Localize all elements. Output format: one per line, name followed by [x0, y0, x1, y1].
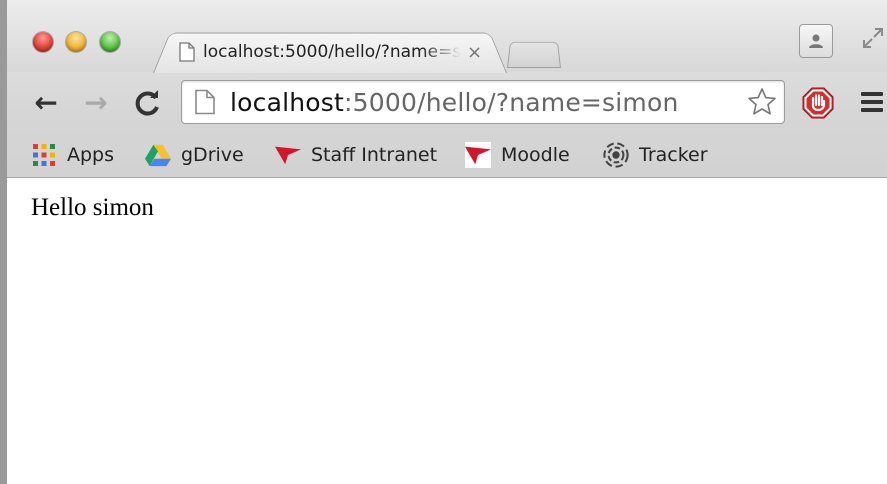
red-flag-icon [275, 142, 301, 168]
bookmark-label: Moodle [501, 144, 570, 166]
close-window-button[interactable] [33, 32, 53, 52]
adblock-extension-icon[interactable] [801, 86, 835, 120]
back-arrow-icon: ← [34, 86, 58, 119]
address-bar[interactable]: localhost:5000/hello/?name=simon [181, 80, 785, 124]
active-tab-content[interactable]: localhost:5000/hello/?name=simon × [179, 36, 501, 68]
tracker-icon [603, 142, 629, 168]
bookmark-star-icon[interactable] [746, 86, 778, 118]
profile-button[interactable] [799, 24, 833, 58]
reload-icon [135, 90, 159, 116]
title-bar: localhost:5000/hello/?name=simon × [7, 0, 887, 73]
bookmark-label: Staff Intranet [311, 144, 438, 166]
page-info-icon[interactable] [194, 89, 216, 115]
bookmark-label: gDrive [181, 144, 244, 166]
url-text[interactable]: localhost:5000/hello/?name=simon [230, 88, 679, 117]
bookmark-label: Apps [67, 144, 115, 166]
bookmark-tracker[interactable]: Tracker [603, 140, 708, 170]
bookmark-moodle[interactable]: Moodle [465, 140, 570, 170]
browser-window: localhost:5000/hello/?name=simon × ← [0, 0, 887, 484]
minimize-window-button[interactable] [66, 32, 86, 52]
tab-close-icon[interactable]: × [467, 42, 482, 63]
bookmarks-bar: Apps gDrive Staff Intranet Moodle Tracke… [7, 134, 887, 176]
fullscreen-icon[interactable] [859, 26, 887, 54]
bookmark-staff-intranet[interactable]: Staff Intranet [275, 140, 437, 170]
bookmark-gdrive[interactable]: gDrive [145, 140, 244, 170]
expand-arrows-icon [863, 28, 883, 48]
bookmark-label: Tracker [639, 144, 708, 166]
tab-title: localhost:5000/hello/?name=simon [203, 42, 461, 62]
bookmark-apps[interactable]: Apps [31, 140, 114, 170]
navigation-toolbar: ← → localhost:5000/hello/?name=simon [7, 72, 887, 134]
page-body-text: Hello simon [31, 194, 154, 221]
apps-grid-icon [31, 142, 57, 168]
red-flag-icon [465, 142, 491, 168]
zoom-window-button[interactable] [100, 32, 120, 52]
new-tab-button[interactable] [507, 41, 561, 68]
url-path: :5000/hello/?name=simon [344, 87, 679, 117]
forward-arrow-icon: → [84, 86, 108, 119]
reload-button[interactable] [131, 86, 165, 120]
person-icon [809, 34, 823, 48]
browser-chrome: localhost:5000/hello/?name=simon × ← [7, 0, 887, 178]
google-drive-icon [145, 142, 171, 168]
forward-button[interactable]: → [79, 86, 113, 120]
chrome-menu-icon[interactable] [861, 92, 883, 114]
document-icon [179, 42, 195, 62]
url-host: localhost [230, 87, 345, 117]
back-button[interactable]: ← [29, 86, 63, 120]
page-content: Hello simon [14, 178, 887, 484]
